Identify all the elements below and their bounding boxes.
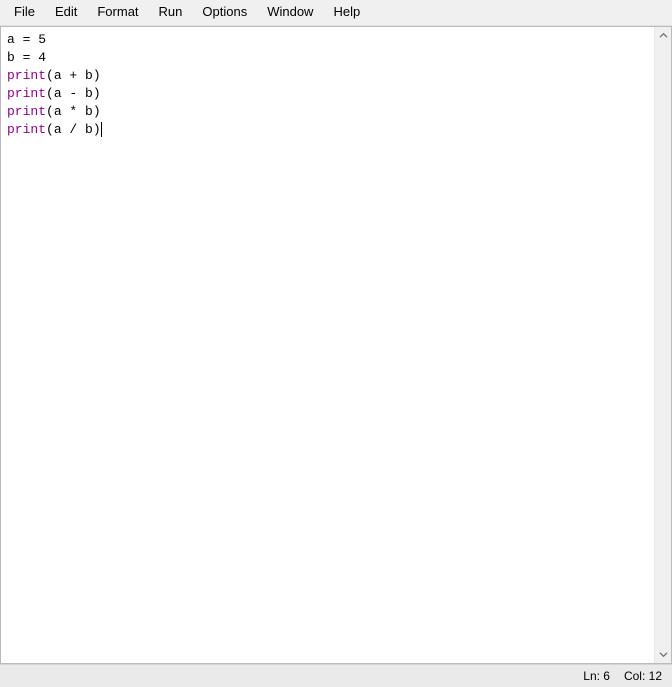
statusbar: Ln: 6 Col: 12: [0, 664, 672, 687]
text-token: b = 4: [7, 50, 46, 65]
text-token: (a / b): [46, 122, 101, 137]
editor-container: a = 5b = 4print(a + b)print(a - b)print(…: [0, 26, 672, 664]
menu-help[interactable]: Help: [323, 2, 370, 21]
text-token: a = 5: [7, 32, 46, 47]
scroll-down-arrow-icon[interactable]: [655, 646, 672, 663]
menu-edit[interactable]: Edit: [45, 2, 87, 21]
keyword-token: print: [7, 68, 46, 83]
menu-window[interactable]: Window: [257, 2, 323, 21]
text-cursor: [101, 122, 102, 137]
text-token: (a * b): [46, 104, 101, 119]
menu-run[interactable]: Run: [149, 2, 193, 21]
menu-file[interactable]: File: [4, 2, 45, 21]
status-col: Col: 12: [624, 669, 662, 683]
code-line: print(a * b): [7, 103, 648, 121]
keyword-token: print: [7, 86, 46, 101]
vertical-scrollbar[interactable]: [654, 27, 671, 663]
code-line: b = 4: [7, 49, 648, 67]
menubar: FileEditFormatRunOptionsWindowHelp: [0, 0, 672, 26]
keyword-token: print: [7, 104, 46, 119]
code-editor[interactable]: a = 5b = 4print(a + b)print(a - b)print(…: [1, 27, 654, 663]
text-token: (a + b): [46, 68, 101, 83]
menu-options[interactable]: Options: [192, 2, 257, 21]
code-line: print(a + b): [7, 67, 648, 85]
code-line: a = 5: [7, 31, 648, 49]
code-line: print(a / b): [7, 121, 648, 139]
code-line: print(a - b): [7, 85, 648, 103]
keyword-token: print: [7, 122, 46, 137]
menu-format[interactable]: Format: [87, 2, 148, 21]
text-token: (a - b): [46, 86, 101, 101]
scroll-up-arrow-icon[interactable]: [655, 27, 672, 44]
status-line: Ln: 6: [583, 669, 610, 683]
